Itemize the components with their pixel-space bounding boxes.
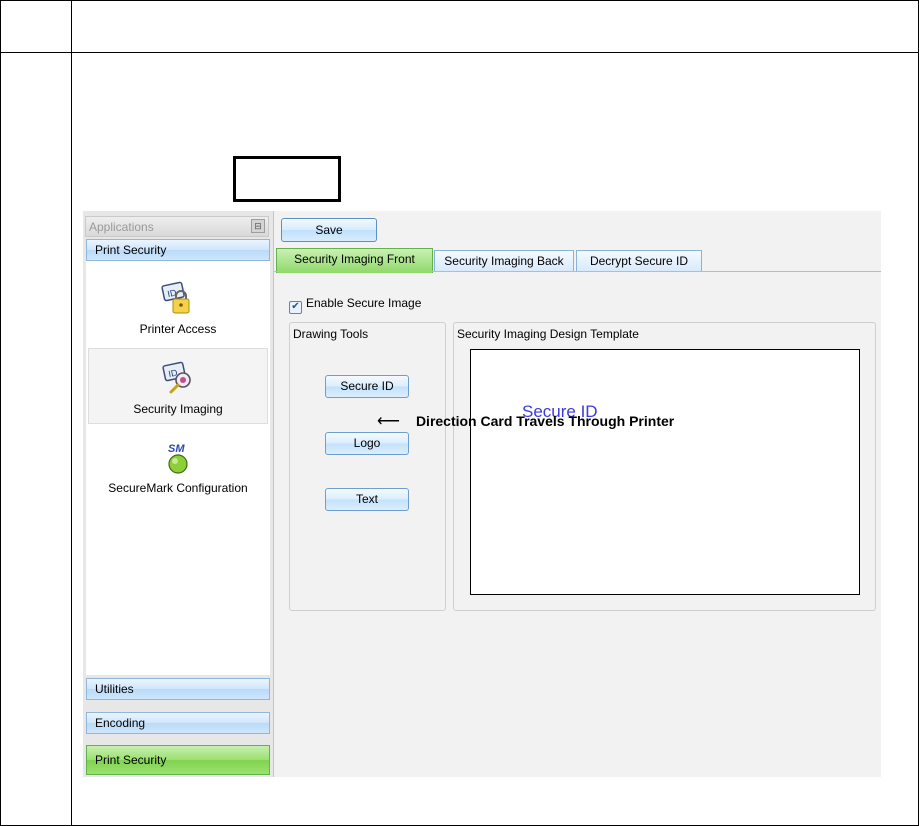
svg-text:SM: SM	[168, 443, 185, 455]
left-arrow-icon: ⟵	[377, 413, 400, 430]
enable-secure-image-label: Enable Secure Image	[306, 296, 422, 310]
drawing-tools-panel: Drawing Tools Secure ID Logo Text	[289, 322, 446, 611]
design-template-title: Security Imaging Design Template	[457, 327, 639, 341]
logo-button[interactable]: Logo	[325, 432, 409, 455]
magnifier-card-icon: ID	[162, 361, 191, 394]
nav-group-label: Utilities	[95, 682, 134, 696]
nav-group-utilities[interactable]: Utilities	[86, 678, 270, 700]
pin-icon[interactable]: ⊟	[251, 219, 265, 233]
applications-header: Applications ⊟	[85, 216, 269, 237]
lock-card-icon: ID	[161, 281, 190, 314]
navigation-pane: Applications ⊟ Print Security ID Printer…	[83, 211, 274, 777]
app-printer-access[interactable]: ID Printer Access	[88, 269, 268, 345]
card-canvas[interactable]: Secure ID	[470, 349, 860, 595]
tab-security-imaging-front[interactable]: Security Imaging Front	[276, 248, 433, 273]
save-button[interactable]: Save	[281, 218, 377, 242]
secure-id-button[interactable]: Secure ID	[325, 375, 409, 398]
app-label: SecureMark Configuration	[108, 481, 248, 495]
nav-group-label: Print Security	[95, 753, 167, 767]
nav-group-print-security-top[interactable]: Print Security	[86, 239, 270, 261]
drawing-tools-title: Drawing Tools	[293, 327, 369, 341]
tab-strip: Security Imaging Front Security Imaging …	[276, 248, 881, 273]
main-content: Save Security Imaging Front Security Ima…	[274, 211, 881, 777]
tab-divider	[274, 271, 881, 272]
tab-security-imaging-back[interactable]: Security Imaging Back	[434, 250, 574, 272]
app-label: Security Imaging	[133, 402, 223, 416]
enable-secure-image-row[interactable]: ✔ Enable Secure Image	[289, 296, 421, 314]
table-column-divider	[71, 1, 72, 825]
nav-group-label: Encoding	[95, 716, 146, 730]
app-label: Printer Access	[139, 322, 217, 336]
enable-secure-image-checkbox[interactable]: ✔	[289, 301, 302, 314]
text-button[interactable]: Text	[325, 488, 409, 511]
direction-note-text: Direction Card Travels Through Printer	[415, 413, 675, 429]
tab-decrypt-secure-id[interactable]: Decrypt Secure ID	[576, 250, 702, 272]
highlight-box	[233, 156, 341, 202]
app-security-imaging[interactable]: ID Security Imaging	[88, 348, 268, 424]
nav-group-encoding[interactable]: Encoding	[86, 712, 270, 734]
nav-group-label: Print Security	[95, 243, 167, 257]
nav-app-list: ID Printer Access ID Security Imaging SM…	[86, 261, 270, 675]
application-window: Applications ⊟ Print Security ID Printer…	[83, 211, 881, 777]
nav-group-print-security[interactable]: Print Security	[86, 745, 270, 775]
design-template-panel: Security Imaging Design Template Secure …	[453, 322, 876, 611]
applications-header-label: Applications	[89, 220, 154, 234]
table-row-divider	[1, 52, 918, 53]
sm-green-dot-icon: SM	[168, 443, 188, 474]
direction-note: ⟵ Direction Card Travels Through Printer	[377, 411, 674, 431]
app-securemark-configuration[interactable]: SM SecureMark Configuration	[88, 428, 268, 504]
